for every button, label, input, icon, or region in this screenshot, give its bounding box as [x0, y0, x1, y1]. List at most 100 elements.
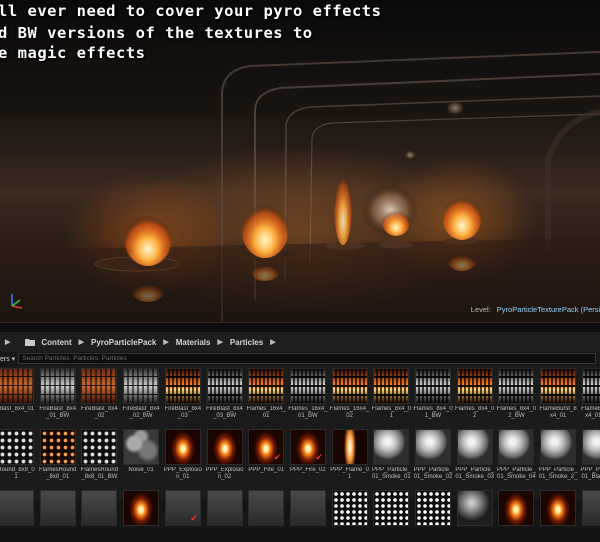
asset-tile[interactable]: PPP_Particle_01_Smoke_04_Add — [497, 429, 536, 481]
asset-tile[interactable]: Flames_8x4_02_BW — [497, 368, 536, 420]
asset-tile[interactable]: FireBlast_8x4_01_BW — [39, 368, 76, 420]
asset-thumbnail — [581, 429, 600, 465]
asset-label: Flames_16x4_01 — [246, 406, 286, 419]
asset-tile[interactable]: PPP_Particle_01_Blast_01_A — [580, 429, 600, 481]
asset-tile[interactable]: PPP_Explosion_02 — [205, 429, 244, 481]
breadcrumb-particles[interactable]: Particles — [226, 338, 267, 347]
asset-tile[interactable] — [330, 490, 370, 542]
asset-tile[interactable]: PPP_Particle_01_Smoke_2_A — [538, 429, 578, 481]
filters-button[interactable]: ers ▾ — [0, 355, 18, 363]
asset-tile[interactable]: PPP_Particle_01_Smoke_02_A — [413, 429, 453, 481]
asset-tile[interactable]: Flames_16x4_01 — [246, 368, 286, 420]
promo-text-line-2: d BW versions of the textures to — [0, 24, 313, 42]
asset-tile[interactable]: Flames_8x4_01 — [372, 368, 411, 420]
asset-tile[interactable] — [581, 490, 600, 542]
asset-label: FireBlast_8x4_03_BW — [206, 406, 243, 419]
asset-label: FlameBurst_8x4_01 — [539, 406, 577, 419]
asset-thumbnail — [0, 368, 34, 404]
chevron-right-icon[interactable]: ▶ — [267, 338, 278, 346]
asset-label: PPP_Particle_01_Smoke_2_A — [538, 467, 578, 480]
asset-label: PPP_Particle_01_Smoke_02_A — [413, 467, 453, 480]
asset-tile[interactable]: Round_8x8_01 — [0, 429, 35, 481]
breadcrumb-materials[interactable]: Materials — [172, 338, 215, 347]
breadcrumb-content[interactable]: Content — [37, 338, 75, 347]
asset-thumbnail — [540, 429, 577, 465]
asset-tile[interactable] — [288, 490, 328, 542]
asset-tile[interactable]: ✔ PPP_Fire_01 — [248, 429, 285, 481]
asset-thumbnail — [289, 490, 326, 526]
asset-tile[interactable]: ✔ PPP_Fire_02 — [289, 429, 326, 481]
asset-tile[interactable]: Noise_01 — [123, 429, 160, 481]
asset-tile[interactable]: PPP_Particle_01_Smoke_03_A — [455, 429, 494, 481]
asset-label — [496, 528, 536, 542]
asset-tile[interactable] — [38, 490, 78, 542]
asset-tile[interactable]: FlameBurst_8x4_01 — [539, 368, 577, 420]
asset-tile[interactable]: FireBlast_8x4_02 — [81, 368, 118, 420]
asset-tile[interactable]: ✔ — [163, 490, 203, 542]
asset-thumbnail — [415, 490, 451, 526]
asset-tile[interactable] — [0, 490, 34, 542]
asset-label: FlameBurst_8x4_01_BW — [581, 406, 600, 419]
asset-thumbnail — [540, 490, 577, 526]
asset-thumbnail — [81, 429, 118, 465]
asset-label — [121, 528, 161, 542]
asset-tile[interactable]: FireBlast_8x4_03 — [164, 368, 201, 420]
asset-tile[interactable]: PPP_Flame_01 — [330, 429, 369, 481]
asset-tile[interactable]: Flames_16x4_01_BW — [288, 368, 328, 420]
axis-gizmo-icon — [11, 294, 23, 309]
asset-thumbnail — [123, 429, 160, 465]
asset-tile[interactable] — [415, 490, 451, 542]
asset-label — [330, 528, 370, 542]
breadcrumb: ▶ Content ▶ PyroParticlePack ▶ Materials… — [0, 332, 600, 353]
asset-tile[interactable] — [248, 490, 285, 542]
asset-tile[interactable] — [373, 490, 410, 542]
asset-thumbnail — [581, 490, 600, 526]
asset-tile[interactable] — [456, 490, 493, 542]
asset-label: PPP_Fire_01 — [248, 467, 285, 473]
asset-label: FireBlast_8x4_02_BW — [122, 406, 160, 419]
asset-tile[interactable]: FlamesRound_8x8_01_BW — [80, 429, 119, 481]
asset-tile[interactable]: PPP_Particle_01_Smoke_01_A — [372, 429, 411, 481]
asset-tile[interactable]: FlameBurst_8x4_01_BW — [581, 368, 600, 420]
asset-thumbnail — [456, 490, 493, 526]
asset-tile[interactable] — [206, 490, 243, 542]
asset-tile[interactable]: FlamesRound_8x8_01 — [39, 429, 77, 481]
chevron-right-icon[interactable]: ▶ — [214, 338, 225, 346]
chevron-right-icon[interactable]: ▶ — [76, 338, 87, 346]
asset-thumbnail — [248, 368, 285, 404]
breadcrumb-pyroparticlepack[interactable]: PyroParticlePack — [87, 338, 160, 347]
level-viewport[interactable]: ll ever need to cover your pyro effects … — [0, 0, 600, 322]
asset-label: PPP_Particle_01_Blast_01_A — [580, 467, 600, 480]
asset-label — [288, 528, 328, 542]
asset-thumbnail — [373, 368, 410, 404]
asset-tile[interactable] — [540, 490, 577, 542]
asset-label: FlamesRound_8x8_01 — [39, 467, 77, 480]
asset-label: FlamesRound_8x8_01_BW — [80, 467, 119, 480]
asset-label: Round_8x8_01 — [0, 467, 35, 480]
asset-tile[interactable]: Flames_16x4_02 — [330, 368, 369, 420]
asset-label — [163, 528, 203, 542]
asset-tile[interactable]: FireBlast_8x4_02_BW — [123, 368, 159, 420]
asset-label: PPP_Explosion_01 — [163, 467, 202, 480]
chevron-right-icon[interactable]: ▶ — [2, 338, 13, 346]
asset-tile[interactable]: PPP_Explosion_01 — [163, 429, 202, 481]
asset-thumbnail — [373, 429, 410, 465]
asset-label — [38, 528, 78, 542]
asset-label — [79, 528, 119, 542]
asset-thumbnail: ✔ — [164, 490, 201, 526]
asset-tile[interactable]: Blast_8x4_01 — [0, 368, 34, 420]
search-input[interactable] — [18, 353, 596, 364]
asset-thumbnail — [123, 490, 160, 526]
asset-tile[interactable] — [79, 490, 119, 542]
asset-tile[interactable]: Flames_8x4_01_BW — [413, 368, 453, 420]
chevron-right-icon[interactable]: ▶ — [160, 338, 171, 346]
asset-tile[interactable] — [496, 490, 536, 542]
asset-tile[interactable]: FireBlast_8x4_03_BW — [206, 368, 243, 420]
asset-label: Noise_01 — [128, 467, 154, 473]
asset-tile[interactable]: Flames_8x4_02 — [455, 368, 494, 420]
asset-tile[interactable] — [121, 490, 161, 542]
asset-thumbnail — [289, 368, 326, 404]
asset-thumbnail: ✔ — [248, 429, 285, 465]
asset-thumbnail — [498, 429, 535, 465]
promo-text-line-3: e magic effects — [0, 44, 146, 62]
